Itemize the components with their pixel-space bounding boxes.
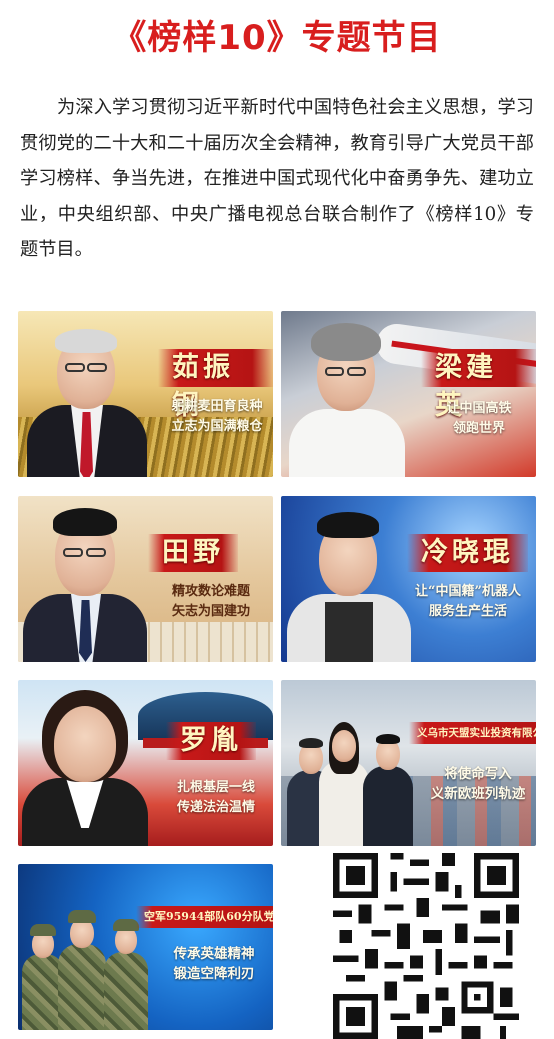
portrait-leng-xiaokun [287, 506, 413, 662]
portrait-soldier-2 [58, 890, 108, 1030]
program-card-airforce-party-branch[interactable]: 空军95944部队60分队党支部 传承英雄精神锻造空降利刃 [18, 864, 273, 1030]
organization-name: 空军95944部队60分队党支部 [136, 906, 273, 928]
slogan: 让“中国籍”机器人 服务生产生活 [415, 584, 521, 619]
page-title: 《榜样10》专题节目 [112, 18, 442, 58]
slogan: 扎根基层一线 传递法治温情 [176, 780, 255, 815]
portrait-ru-zhengang [23, 327, 153, 477]
portrait-tian-ye [23, 504, 153, 662]
person-name: 茹振钢 [158, 349, 273, 421]
program-card-liang-jianying[interactable]: 梁建英 让中国高铁 领跑世界 [281, 311, 536, 477]
organization-name: 义乌市天盟实业投资有限公司党支部 [409, 722, 536, 744]
person-name: 罗胤 [166, 722, 256, 760]
person-name: 田野 [148, 534, 238, 572]
slogan: 传承英雄精神 锻造空降利刃 [173, 946, 255, 982]
slogan: 将使命写入 义新欧班列轨迹 [430, 766, 526, 802]
program-card-ru-zhengang[interactable]: 茹振钢 躬耕麦田育良种 立志为国满粮仓 [18, 311, 273, 477]
qr-code-icon[interactable] [333, 853, 519, 1039]
intro-paragraph: 为深入学习贯彻习近平新时代中国特色社会主义思想，学习贯彻党的二十大和二十届历次全… [20, 97, 534, 260]
program-card-luo-yin[interactable]: 罗胤 扎根基层一线 传递法治温情 [18, 680, 273, 846]
slogan: 让中国高铁 领跑世界 [446, 401, 512, 436]
slogan: 躬耕麦田育良种 立志为国满粮仓 [171, 399, 263, 434]
program-card-tianmeng-party-branch[interactable]: 义乌市天盟实业投资有限公司党支部 将使命写入义新欧班列轨迹 [281, 680, 536, 846]
portrait-luo-yin [22, 686, 152, 846]
person-name: 冷晓琨 [407, 534, 528, 572]
slogan: 精攻数论难题 矢志为国建功 [171, 584, 250, 619]
portrait-member-3 [363, 720, 415, 846]
program-card-tian-ye[interactable]: 田野 精攻数论难题 矢志为国建功 [18, 496, 273, 662]
program-card-leng-xiaokun[interactable]: 冷晓琨 让“中国籍”机器人 服务生产生活 [281, 496, 536, 662]
person-name: 梁建英 [421, 349, 536, 421]
portrait-liang-jianying [289, 317, 409, 477]
